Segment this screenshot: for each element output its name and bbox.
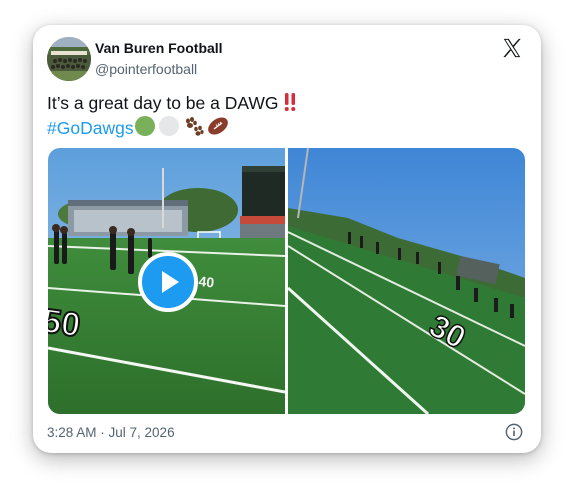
football-field-yard-line-photo[interactable]: 30	[288, 148, 525, 414]
play-icon	[162, 271, 179, 293]
football-icon	[207, 117, 228, 135]
tweet-timestamp[interactable]: 3:28 AM · Jul 7, 2026	[47, 425, 175, 440]
hashtag-link[interactable]: #GoDawgs	[47, 118, 134, 138]
tweet-card[interactable]: Van Buren Football @pointerfootball It’s…	[33, 25, 541, 453]
media-grid[interactable]: 50 40 30	[48, 148, 525, 414]
green-circle-icon	[134, 116, 155, 136]
paw-prints-icon	[185, 117, 204, 136]
info-icon[interactable]	[505, 423, 523, 441]
tweet-text: It’s a great day to be a DAWG #GoDawgs	[47, 91, 527, 140]
author-name[interactable]: Van Buren Football	[95, 40, 223, 56]
x-logo-icon[interactable]	[501, 37, 523, 59]
double-exclamation-icon	[285, 93, 296, 111]
svg-text:40: 40	[198, 273, 215, 291]
tweet-body: It’s a great day to be a DAWG	[47, 93, 279, 113]
play-button[interactable]	[138, 252, 198, 312]
avatar[interactable]	[47, 37, 91, 81]
yard-number-left: 50	[48, 302, 83, 345]
team-photo-avatar	[47, 37, 91, 81]
white-circle-icon	[158, 116, 179, 136]
author-handle[interactable]: @pointerfootball	[95, 61, 197, 77]
